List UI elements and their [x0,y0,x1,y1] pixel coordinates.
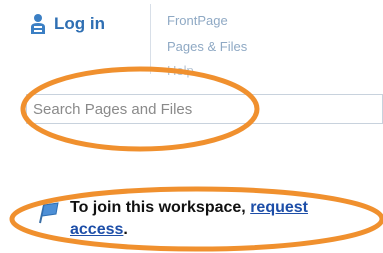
login-label: Log in [54,14,105,33]
user-icon [31,14,45,34]
join-suffix: . [123,221,128,238]
login-button[interactable]: Log in [30,12,105,36]
request-access-link-part2: access [70,221,124,238]
join-message: To join this workspace, [70,199,251,216]
nav-link-help[interactable]: Help [167,63,194,78]
nav-divider [150,4,151,74]
search-input[interactable] [26,94,383,124]
join-notice: To join this workspace, request access. [38,197,358,241]
flag-icon [39,202,59,224]
nav-link-frontpage[interactable]: FrontPage [167,13,228,28]
request-access-link-part1: request [250,199,308,216]
nav-link-pages-files[interactable]: Pages & Files [167,39,247,54]
join-text: To join this workspace, request access. [70,197,308,241]
